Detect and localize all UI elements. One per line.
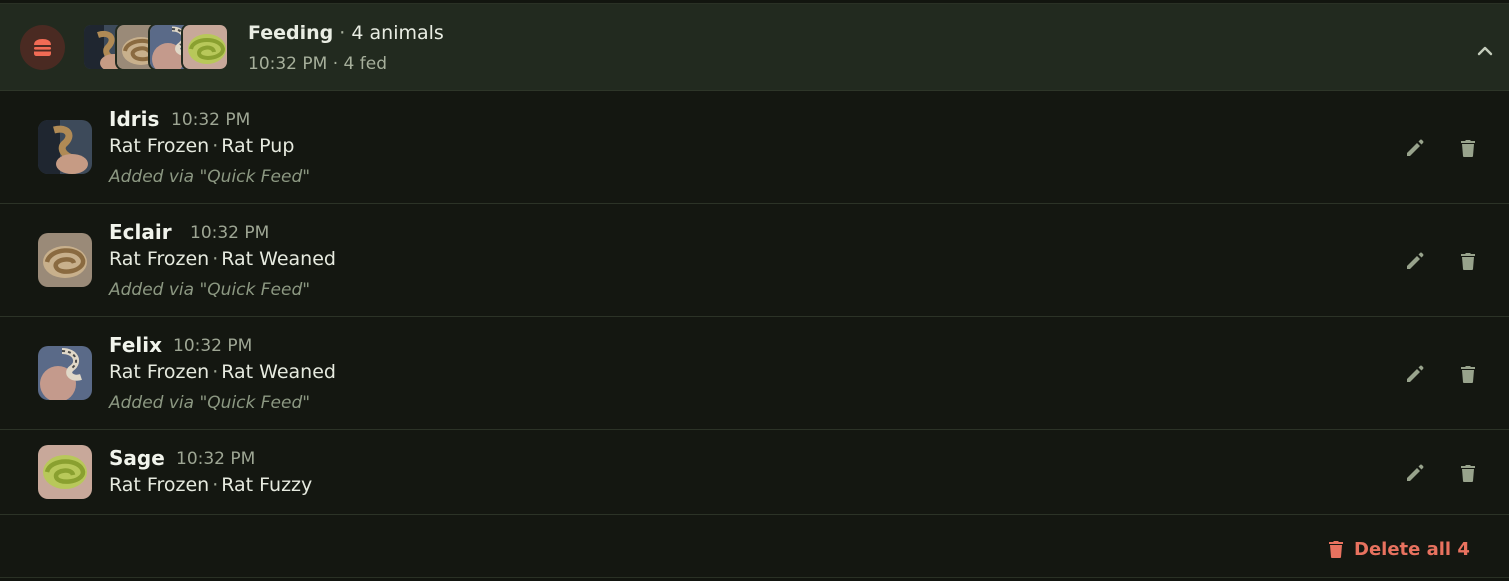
edit-button[interactable]	[1400, 133, 1430, 163]
prey-size: Rat Pup	[221, 135, 295, 157]
feeding-entry-row: Sage 10:32 PM Rat Frozen · Rat Fuzzy	[0, 430, 1509, 515]
group-footer: Delete all 4	[0, 514, 1509, 579]
prey-size: Rat Weaned	[221, 248, 336, 270]
trash-icon	[1461, 140, 1475, 157]
entry-note: Added via "Quick Feed"	[109, 280, 311, 300]
delete-button[interactable]	[1453, 359, 1483, 389]
animal-count-label: 4 animals	[351, 22, 444, 44]
feeding-time: 10:32 PM	[171, 110, 251, 130]
trash-icon	[1329, 541, 1343, 558]
pencil-icon	[1407, 139, 1424, 156]
trash-icon	[1461, 465, 1475, 482]
animal-avatar[interactable]	[38, 346, 92, 400]
avatar-sage	[181, 23, 229, 71]
prey-type: Rat Frozen	[109, 474, 210, 496]
food-description: Rat Frozen · Rat Weaned	[109, 361, 336, 383]
feeding-group-card: Feeding · 4 animals 10:32 PM · 4 fed Idr…	[0, 3, 1509, 578]
animal-avatar[interactable]	[38, 120, 92, 174]
trash-icon	[1461, 366, 1475, 383]
feeding-entry-row: Idris 10:32 PM Rat Frozen · Rat Pup Added …	[0, 91, 1509, 204]
title-separator: ·	[339, 22, 346, 44]
group-type-label: Feeding	[248, 22, 334, 44]
group-title: Feeding · 4 animals	[248, 22, 444, 44]
pencil-icon	[1407, 252, 1424, 269]
food-separator: ·	[212, 248, 219, 270]
animal-name[interactable]: Felix	[109, 333, 162, 357]
delete-button[interactable]	[1453, 133, 1483, 163]
pencil-icon	[1407, 365, 1424, 382]
food-separator: ·	[212, 361, 219, 383]
feeding-entry-row: Felix 10:32 PM Rat Frozen · Rat Weaned Add…	[0, 317, 1509, 430]
prey-type: Rat Frozen	[109, 135, 210, 157]
delete-button[interactable]	[1453, 458, 1483, 488]
prey-type: Rat Frozen	[109, 361, 210, 383]
feeding-entry-row: Eclair 10:32 PM Rat Frozen · Rat Weaned Ad…	[0, 204, 1509, 317]
prey-size: Rat Weaned	[221, 361, 336, 383]
animal-name[interactable]: Idris	[109, 107, 159, 131]
animal-name[interactable]: Sage	[109, 446, 165, 470]
food-separator: ·	[212, 135, 219, 157]
food-description: Rat Frozen · Rat Weaned	[109, 248, 336, 270]
pencil-icon	[1407, 464, 1424, 481]
entry-note: Added via "Quick Feed"	[109, 167, 311, 187]
group-header[interactable]: Feeding · 4 animals 10:32 PM · 4 fed	[0, 4, 1509, 91]
delete-all-label: Delete all 4	[1354, 538, 1470, 560]
delete-all-button[interactable]: Delete all 4	[1326, 534, 1470, 564]
prey-type: Rat Frozen	[109, 248, 210, 270]
animal-name[interactable]: Eclair	[109, 220, 172, 244]
burger-icon	[34, 39, 51, 56]
group-subtitle: 10:32 PM · 4 fed	[248, 54, 387, 74]
feeding-time: 10:32 PM	[190, 223, 270, 243]
feeding-time: 10:32 PM	[176, 449, 256, 469]
feeding-type-badge	[20, 25, 65, 70]
collapse-button[interactable]	[1470, 36, 1500, 66]
edit-button[interactable]	[1400, 246, 1430, 276]
prey-size: Rat Fuzzy	[221, 474, 313, 496]
feeding-time: 10:32 PM	[173, 336, 253, 356]
food-description: Rat Frozen · Rat Pup	[109, 135, 294, 157]
food-separator: ·	[212, 474, 219, 496]
trash-icon	[1461, 253, 1475, 270]
entry-note: Added via "Quick Feed"	[109, 393, 311, 413]
food-description: Rat Frozen · Rat Fuzzy	[109, 474, 312, 496]
edit-button[interactable]	[1400, 458, 1430, 488]
edit-button[interactable]	[1400, 359, 1430, 389]
animal-avatar[interactable]	[38, 445, 92, 499]
chevron-up-icon	[1477, 46, 1493, 56]
animal-avatar[interactable]	[38, 233, 92, 287]
delete-button[interactable]	[1453, 246, 1483, 276]
